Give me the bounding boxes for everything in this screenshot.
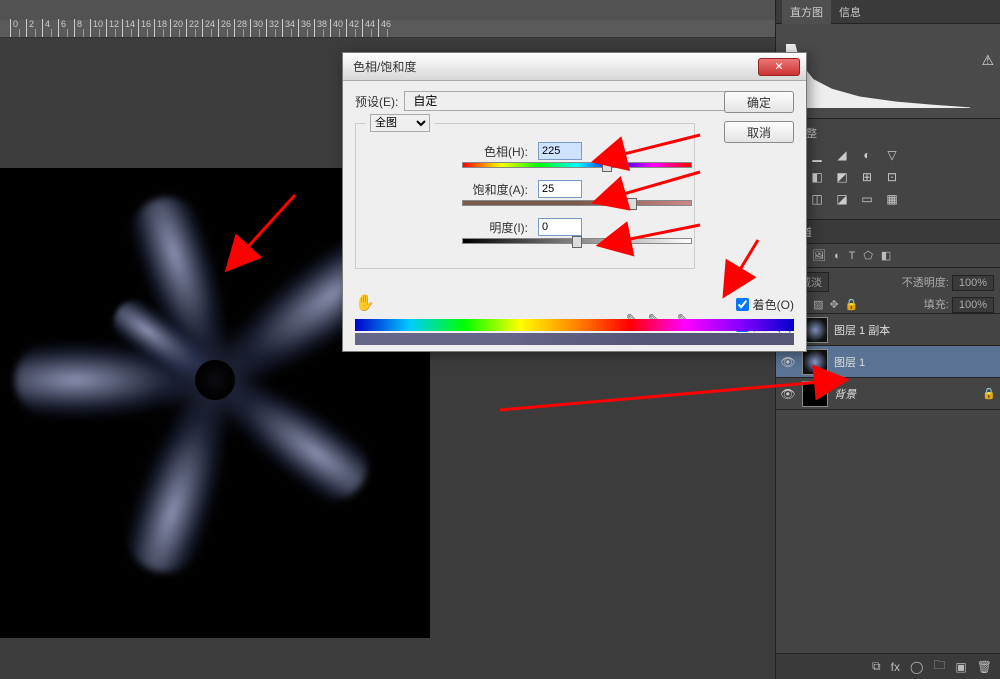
right-panel: 直方图 信息 ⚠ 加调整 ☀ ▁ ◢ ◐ ▽ ▤ ◧ ◩ ⊞ ⊡ ◨ ◫ ◪ ▭… xyxy=(775,0,1000,679)
histogram-plot xyxy=(786,44,970,108)
ruler: 0246810121416182022242628303234363840424… xyxy=(0,20,775,38)
layer-name[interactable]: 图层 1 xyxy=(834,354,996,370)
visibility-toggle[interactable]: 👁 xyxy=(780,355,796,369)
swirl-art xyxy=(35,200,395,560)
hand-tool-icon[interactable]: ✋ xyxy=(355,293,375,313)
hue-input[interactable] xyxy=(538,142,582,160)
dialog-title: 色相/饱和度 xyxy=(353,58,416,75)
delete-layer-icon[interactable]: 🗑 xyxy=(977,660,992,674)
warning-icon[interactable]: ⚠ xyxy=(981,52,994,69)
hue-label: 色相(H): xyxy=(368,143,528,160)
adjustments-panel: 加调整 ☀ ▁ ◢ ◐ ▽ ▤ ◧ ◩ ⊞ ⊡ ◨ ◫ ◪ ▭ ▦ xyxy=(776,119,1000,220)
lock-pixels-icon[interactable]: ▨ xyxy=(813,298,823,311)
color-spectrum-top xyxy=(355,319,794,331)
adj-levels-icon[interactable]: ▁ xyxy=(809,147,825,163)
opacity-value[interactable]: 100% xyxy=(952,275,994,291)
lock-icon: 🔒 xyxy=(982,387,996,400)
adj-photo-icon[interactable]: ◩ xyxy=(834,169,850,185)
visibility-toggle[interactable]: 👁 xyxy=(780,387,796,401)
adj-mixer-icon[interactable]: ⊞ xyxy=(859,169,875,185)
adj-exposure-icon[interactable]: ◐ xyxy=(859,147,875,163)
filter-shape-icon[interactable]: ⬠ xyxy=(863,249,873,262)
adj-thresh-icon[interactable]: ◪ xyxy=(834,191,850,207)
layer-item[interactable]: 👁 图层 1 xyxy=(776,346,1000,378)
preset-select[interactable]: 自定 xyxy=(404,91,777,111)
adj-lookup-icon[interactable]: ⊡ xyxy=(884,169,900,185)
fill-label: 填充: xyxy=(924,299,949,311)
lightness-slider[interactable] xyxy=(462,238,692,248)
new-layer-icon[interactable]: ▣ xyxy=(955,660,966,674)
close-button[interactable]: ✕ xyxy=(758,58,800,76)
layer-name[interactable]: 背景 xyxy=(834,386,976,402)
hue-saturation-dialog[interactable]: 色相/饱和度 ✕ 预设(E): 自定 ☰ 全图 色相(H): 饱和度(A): 明… xyxy=(342,52,807,352)
fx-icon[interactable]: fx xyxy=(891,660,900,674)
layer-thumb[interactable] xyxy=(802,349,828,375)
adj-curves-icon[interactable]: ◢ xyxy=(834,147,850,163)
link-layers-icon[interactable]: ⧉ xyxy=(872,659,881,674)
cancel-button[interactable]: 取消 xyxy=(724,121,794,143)
layer-list: 图层 1 副本 👁 图层 1 👁 背景 🔒 xyxy=(776,314,1000,410)
histogram-panel: ⚠ xyxy=(776,24,1000,119)
layers-footer: ⧉ fx ◯ 🗀 ▣ 🗑 xyxy=(776,653,1000,679)
saturation-label: 饱和度(A): xyxy=(368,181,528,198)
colorize-checkbox[interactable]: 着色(O) xyxy=(736,296,794,313)
adj-vibrance-icon[interactable]: ▽ xyxy=(884,147,900,163)
color-spectrum-bottom xyxy=(355,333,794,345)
hue-slider[interactable] xyxy=(462,162,692,172)
layers-filter: 类型 🖼 ◐ T ⬠ ◧ xyxy=(776,244,1000,268)
layer-item[interactable]: 👁 背景 🔒 xyxy=(776,378,1000,410)
dialog-titlebar[interactable]: 色相/饱和度 ✕ xyxy=(343,53,806,81)
preset-label: 预设(E): xyxy=(355,93,398,110)
filter-adj-icon[interactable]: ◐ xyxy=(834,250,841,262)
lightness-label: 明度(I): xyxy=(368,219,528,236)
layer-thumb[interactable] xyxy=(802,381,828,407)
layer-item[interactable]: 图层 1 副本 xyxy=(776,314,1000,346)
adj-grad-icon[interactable]: ▭ xyxy=(859,191,875,207)
layers-tabs: 通道 xyxy=(776,220,1000,244)
tab-histogram[interactable]: 直方图 xyxy=(782,0,831,24)
saturation-input[interactable] xyxy=(538,180,582,198)
saturation-slider[interactable] xyxy=(462,200,692,210)
fill-value[interactable]: 100% xyxy=(952,297,994,313)
adj-poster-icon[interactable]: ◫ xyxy=(809,191,825,207)
opacity-label: 不透明度: xyxy=(902,277,949,289)
layer-name[interactable]: 图层 1 副本 xyxy=(834,322,996,338)
lock-all-icon[interactable]: 🔒 xyxy=(845,298,859,311)
mask-icon[interactable]: ◯ xyxy=(910,660,923,674)
histogram-tabs: 直方图 信息 xyxy=(776,0,1000,24)
range-select[interactable]: 全图 xyxy=(370,114,430,132)
tab-info[interactable]: 信息 xyxy=(831,0,869,24)
adj-select-icon[interactable]: ▦ xyxy=(884,191,900,207)
adjustments-title: 加调整 xyxy=(784,125,992,141)
slider-group: 全图 色相(H): 饱和度(A): 明度(I): xyxy=(355,123,695,269)
layers-options: 色减淡 不透明度: 100% 锁定: ▨ ✥ 🔒 填充: 100% xyxy=(776,268,1000,314)
ok-button[interactable]: 确定 xyxy=(724,91,794,113)
filter-pixel-icon[interactable]: 🖼 xyxy=(812,249,826,262)
filter-type-icon[interactable]: T xyxy=(849,250,856,262)
group-icon[interactable]: 🗀 xyxy=(933,656,945,677)
filter-smart-icon[interactable]: ◧ xyxy=(881,249,891,262)
adj-bw-icon[interactable]: ◧ xyxy=(809,169,825,185)
lightness-input[interactable] xyxy=(538,218,582,236)
lock-position-icon[interactable]: ✥ xyxy=(829,298,838,311)
